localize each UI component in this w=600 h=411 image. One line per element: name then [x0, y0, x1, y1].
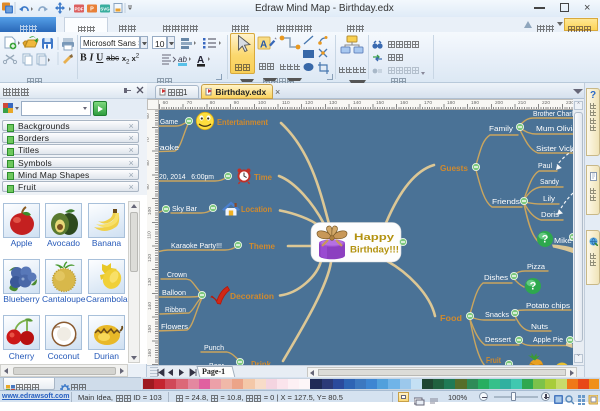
svg-text:?: ?	[542, 234, 549, 246]
svg-text:Flowers: Flowers	[161, 322, 188, 331]
svg-text:Mum Olivia: Mum Olivia	[536, 124, 573, 133]
svg-text:Game: Game	[160, 117, 178, 126]
svg-text:A: A	[260, 40, 267, 51]
svg-text:Time: Time	[254, 172, 272, 182]
svg-text:Lily: Lily	[543, 194, 555, 203]
svg-text:Snacks: Snacks	[485, 310, 509, 319]
svg-text:Fruit: Fruit	[486, 355, 501, 365]
svg-text:Ribbon: Ribbon	[165, 305, 186, 314]
svg-text:Crown: Crown	[167, 270, 187, 279]
svg-text:Apple Pie: Apple Pie	[533, 335, 563, 344]
svg-text:Location: Location	[241, 204, 272, 214]
svg-text:Nuts: Nuts	[531, 322, 548, 331]
svg-text:Punch: Punch	[204, 343, 224, 352]
svg-text:Karaoke: Karaoke	[159, 143, 179, 152]
svg-text:Family: Family	[489, 124, 513, 133]
svg-text:Potato chips: Potato chips	[526, 301, 570, 310]
svg-text:Happy: Happy	[354, 232, 394, 242]
svg-text:?: ?	[530, 281, 537, 293]
svg-text:Mike: Mike	[554, 236, 572, 245]
svg-text:Karaoke Party!!!: Karaoke Party!!!	[171, 241, 222, 250]
svg-text:Friends: Friends	[492, 197, 520, 206]
svg-text:Decoration: Decoration	[230, 291, 274, 301]
svg-text:Sky Bar: Sky Bar	[172, 204, 197, 213]
svg-text:Theme: Theme	[249, 241, 275, 251]
svg-text:Guests: Guests	[440, 163, 468, 173]
svg-text:SVG: SVG	[100, 7, 110, 12]
svg-text:Balloon: Balloon	[162, 288, 186, 297]
svg-text:P: P	[90, 7, 94, 13]
svg-text:PDF: PDF	[75, 7, 84, 12]
svg-text:Dessert: Dessert	[485, 335, 512, 344]
svg-text:Sandy: Sandy	[540, 177, 559, 186]
svg-text:Birthday!!!: Birthday!!!	[350, 245, 399, 255]
svg-text:Sister Vicky: Sister Vicky	[536, 144, 573, 153]
svg-text:Pizza: Pizza	[527, 262, 546, 271]
svg-text:ab: ab	[178, 55, 187, 64]
svg-text:Food: Food	[440, 313, 462, 323]
svg-text:Dishes: Dishes	[484, 273, 508, 282]
svg-text:Doris: Doris	[541, 210, 559, 219]
svg-text:Entertainment: Entertainment	[217, 117, 268, 127]
svg-text:Brother Charl: Brother Charl	[533, 110, 573, 118]
svg-text:20, 2014 6:00pm: 20, 2014 6:00pm	[159, 172, 214, 181]
svg-text:Paul: Paul	[538, 161, 552, 170]
